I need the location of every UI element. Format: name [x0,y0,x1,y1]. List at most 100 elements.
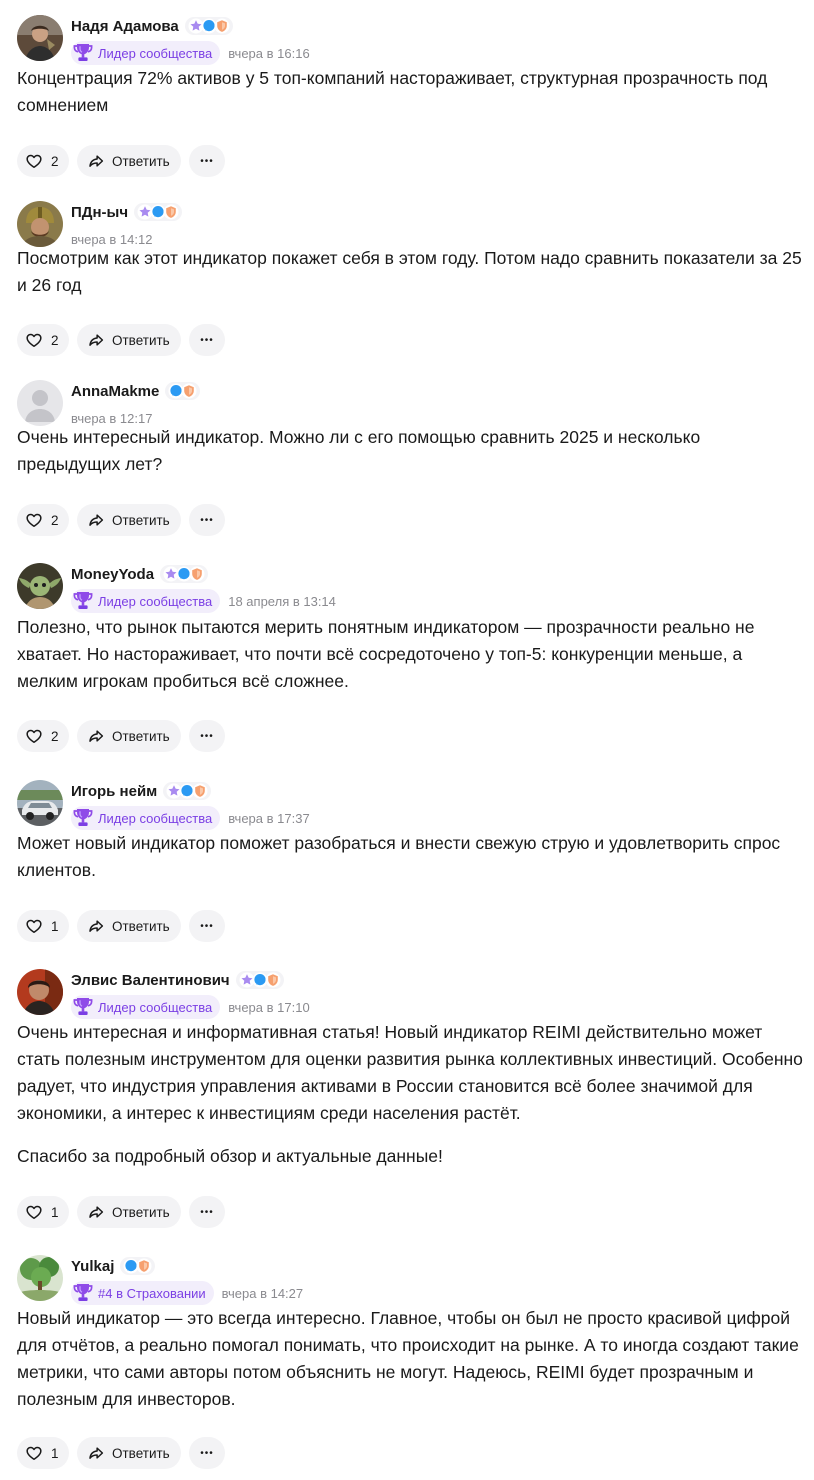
comment-text: Очень интересная и информативная статья!… [17,1019,807,1170]
shield-badge-icon [181,383,197,399]
comment-paragraph: Спасибо за подробный обзор и актуальные … [17,1146,443,1166]
comment-header: Надя Адамова Лидер сообщества вчера в 16:1… [17,15,807,65]
comment-header: Игорь нейм Лидер сообщества вчера в 17:37 [17,780,807,830]
achievement-badges[interactable] [160,565,209,583]
reply-button[interactable]: Ответить [77,1196,181,1228]
comment-time[interactable]: вчера в 17:10 [228,1000,309,1015]
reply-arrow-icon [87,1203,105,1221]
author-name[interactable]: Надя Адамова [71,18,179,35]
like-button[interactable]: 2 [17,145,69,177]
achievement-badges[interactable] [120,1257,156,1275]
reply-button[interactable]: Ответить [77,720,181,752]
shield-badge-icon [163,204,179,220]
reply-label: Ответить [112,918,170,934]
like-button[interactable]: 2 [17,504,69,536]
more-options-button[interactable]: ••• [189,910,225,942]
avatar[interactable] [17,969,63,1015]
heart-icon [25,917,43,935]
reply-arrow-icon [87,727,105,745]
author-name[interactable]: ПДн-ыч [71,204,128,221]
like-button[interactable]: 1 [17,1196,69,1228]
status-badge[interactable]: Лидер сообщества [71,41,221,65]
heart-icon [25,1444,43,1462]
comment-time[interactable]: вчера в 16:16 [228,46,309,61]
more-options-button[interactable]: ••• [189,145,225,177]
reply-arrow-icon [87,511,105,529]
status-badge[interactable]: Лидер сообщества [71,806,221,830]
comment-actions: 2 Ответить ••• [17,145,233,177]
author-name[interactable]: AnnaMakme [71,383,159,400]
comment-header: AnnaMakme вчера в 12:17 [17,380,807,428]
avatar[interactable] [17,380,63,426]
author-name[interactable]: Игорь нейм [71,783,157,800]
avatar[interactable] [17,201,63,247]
reply-button[interactable]: Ответить [77,324,181,356]
meta-row: #4 в Страховании вчера в 14:27 [71,1281,303,1305]
comment-actions: 1 Ответить ••• [17,1196,233,1228]
like-button[interactable]: 1 [17,1437,69,1469]
more-options-button[interactable]: ••• [189,504,225,536]
achievement-badges[interactable] [165,382,201,400]
reply-button[interactable]: Ответить [77,1437,181,1469]
status-badge[interactable]: #4 в Страховании [71,1281,214,1305]
comment-actions: 2 Ответить ••• [17,324,233,356]
status-label: #4 в Страховании [98,1285,206,1301]
status-badge[interactable]: Лидер сообщества [71,995,221,1019]
comment-text: Концентрация 72% активов у 5 топ-компани… [17,65,807,119]
reply-label: Ответить [112,332,170,348]
meta-row: Лидер сообщества 18 апреля в 13:14 [71,589,336,613]
more-options-button[interactable]: ••• [189,324,225,356]
meta-row: Лидер сообщества вчера в 16:16 [71,41,310,65]
achievement-badges[interactable] [235,971,284,989]
comment-text: Посмотрим как этот индикатор покажет себ… [17,245,807,299]
comment-paragraph: Новый индикатор — это всегда интересно. … [17,1308,799,1409]
comment-time[interactable]: 18 апреля в 13:14 [228,594,336,609]
shield-badge-icon [189,566,205,582]
comment-actions: 1 Ответить ••• [17,910,233,942]
shield-badge-icon [265,972,281,988]
comment-text: Новый индикатор — это всегда интересно. … [17,1305,807,1413]
achievement-badges[interactable] [134,203,183,221]
more-dots-icon: ••• [200,730,214,742]
avatar[interactable] [17,15,63,61]
more-options-button[interactable]: ••• [189,1437,225,1469]
like-count: 2 [51,332,59,348]
trophy-icon [71,1281,95,1305]
comment-time[interactable]: вчера в 14:27 [222,1286,303,1301]
more-dots-icon: ••• [200,334,214,346]
status-badge[interactable]: Лидер сообщества [71,589,221,613]
like-count: 1 [51,1204,59,1220]
author-name[interactable]: MoneyYoda [71,566,154,583]
like-count: 2 [51,153,59,169]
like-count: 2 [51,728,59,744]
meta-row: Лидер сообщества вчера в 17:37 [71,806,310,830]
like-button[interactable]: 1 [17,910,69,942]
meta-row: Лидер сообщества вчера в 17:10 [71,995,310,1019]
achievement-badges[interactable] [184,17,233,35]
comment-header: MoneyYoda Лидер сообщества 18 апреля в 13:… [17,563,807,613]
comment-header: Yulkaj #4 в Страховании вчера в 14:27 [17,1255,807,1305]
more-options-button[interactable]: ••• [189,1196,225,1228]
trophy-icon [71,589,95,613]
avatar[interactable] [17,563,63,609]
achievement-badges[interactable] [163,782,212,800]
reply-button[interactable]: Ответить [77,504,181,536]
comment-paragraph: Концентрация 72% активов у 5 топ-компани… [17,68,768,115]
status-label: Лидер сообщества [98,810,213,826]
reply-button[interactable]: Ответить [77,145,181,177]
like-button[interactable]: 2 [17,720,69,752]
author-name[interactable]: Yulkaj [71,1258,114,1275]
comment-text: Может новый индикатор поможет разобратьс… [17,830,807,884]
reply-button[interactable]: Ответить [77,910,181,942]
avatar[interactable] [17,780,63,826]
like-button[interactable]: 2 [17,324,69,356]
avatar[interactable] [17,1255,63,1301]
more-options-button[interactable]: ••• [189,720,225,752]
reply-label: Ответить [112,153,170,169]
more-dots-icon: ••• [200,920,214,932]
comment-text: Полезно, что рынок пытаются мерить понят… [17,614,807,695]
author-name[interactable]: Элвис Валентинович [71,972,230,989]
comment-actions: 1 Ответить ••• [17,1437,233,1469]
comments-feed: Надя Адамова Лидер сообщества вчера в 16:1… [0,0,814,1480]
comment-time[interactable]: вчера в 17:37 [228,811,309,826]
